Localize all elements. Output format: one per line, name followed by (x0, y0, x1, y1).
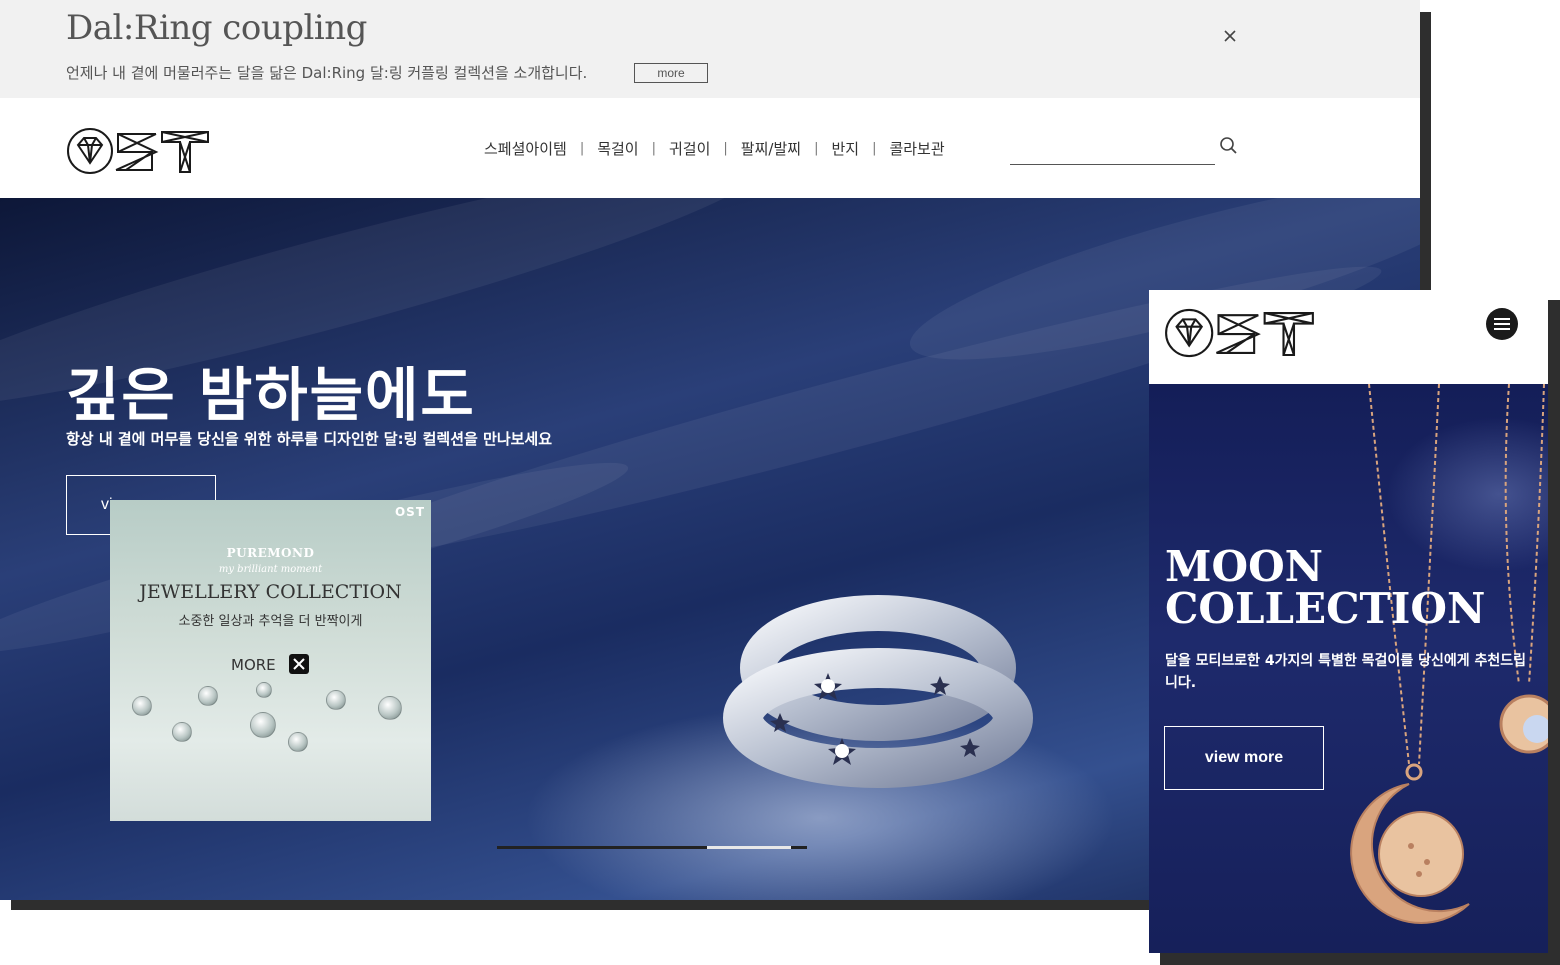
menu-separator: | (872, 141, 877, 156)
popup-more-link[interactable]: MORE (231, 656, 276, 674)
mobile-header (1149, 290, 1548, 384)
slider-active-indicator[interactable] (707, 846, 791, 849)
search-underline (1010, 164, 1215, 165)
popup-title: JEWELLERY COLLECTION (139, 581, 402, 603)
diamond-image (378, 696, 402, 720)
promo-banner: Dal:Ring coupling 언제나 내 곁에 머물러주는 달을 닮은 D… (0, 0, 1420, 98)
search-input[interactable] (1010, 136, 1214, 164)
mobile-title-line1: MOON (1165, 542, 1324, 591)
diamond-image (250, 712, 276, 738)
mobile-hero-title: MOON COLLECTION (1165, 546, 1485, 630)
menu-separator: | (579, 141, 585, 156)
search-icon[interactable] (1219, 136, 1239, 156)
diamond-image (256, 682, 272, 698)
close-icon[interactable] (1220, 26, 1240, 46)
diamond-image (198, 686, 218, 706)
menu-separator: | (723, 141, 728, 156)
silver-rings-image (723, 595, 1033, 788)
hero-title: 깊은 밤하늘에도 (66, 361, 476, 429)
popup-subtitle: 소중한 일상과 추억을 더 반짝이게 (178, 614, 363, 629)
hamburger-menu-icon[interactable] (1486, 308, 1518, 340)
menu-item-ring[interactable]: 반지 (831, 138, 859, 159)
popup-ad[interactable]: OST PUREMOND my brilliant moment JEWELLE… (110, 500, 431, 821)
top-navigation: 스페셜아이템 | 목걸이 | 귀걸이 | 팔찌/발찌 | 반지 | 콜라보관 (0, 98, 1420, 198)
menu-item-earring[interactable]: 귀걸이 (669, 138, 710, 159)
popup-ost-logo: OST (394, 505, 425, 519)
diamond-image (288, 732, 308, 752)
menu-item-collab[interactable]: 콜라보관 (889, 138, 944, 159)
diamond-image (132, 696, 152, 716)
mobile-hero-banner: MOON COLLECTION 달을 모티브로한 4가지의 특별한 목걸이를 당… (1149, 384, 1548, 953)
hero-subtitle: 항상 내 곁에 머무를 당신을 위한 하루를 디자인한 달:링 컬렉션을 만나보… (66, 430, 553, 448)
menu-separator: | (651, 141, 656, 156)
main-menu: 스페셜아이템 | 목걸이 | 귀걸이 | 팔찌/발찌 | 반지 | 콜라보관 (484, 138, 945, 159)
popup-brand: PUREMOND (226, 546, 315, 560)
diamond-image (172, 722, 192, 742)
promo-text: 언제나 내 곁에 머물러주는 달을 닮은 Dal:Ring 달:링 커플링 컬렉… (66, 64, 588, 82)
menu-item-necklace[interactable]: 목걸이 (597, 138, 638, 159)
mobile-ost-logo[interactable] (1164, 306, 1316, 360)
menu-separator: | (814, 141, 819, 156)
mobile-title-line2: COLLECTION (1165, 584, 1486, 633)
promo-more-button[interactable]: more (634, 63, 708, 83)
popup-tagline: my brilliant moment (218, 564, 323, 575)
diamond-image (326, 690, 346, 710)
mobile-mockup: MOON COLLECTION 달을 모티브로한 4가지의 특별한 목걸이를 당… (1149, 290, 1548, 953)
menu-item-bracelet[interactable]: 팔찌/발찌 (741, 138, 801, 159)
menu-item-special[interactable]: 스페셜아이템 (484, 138, 567, 159)
mobile-hero-subtitle: 달을 모티브로한 4가지의 특별한 목걸이를 당신에게 추천드립니다. (1165, 653, 1526, 691)
popup-close-icon[interactable] (289, 654, 309, 674)
promo-title: Dal:Ring coupling (66, 8, 367, 48)
ost-logo[interactable] (66, 126, 211, 176)
mobile-view-more-button[interactable]: view more (1164, 726, 1324, 790)
